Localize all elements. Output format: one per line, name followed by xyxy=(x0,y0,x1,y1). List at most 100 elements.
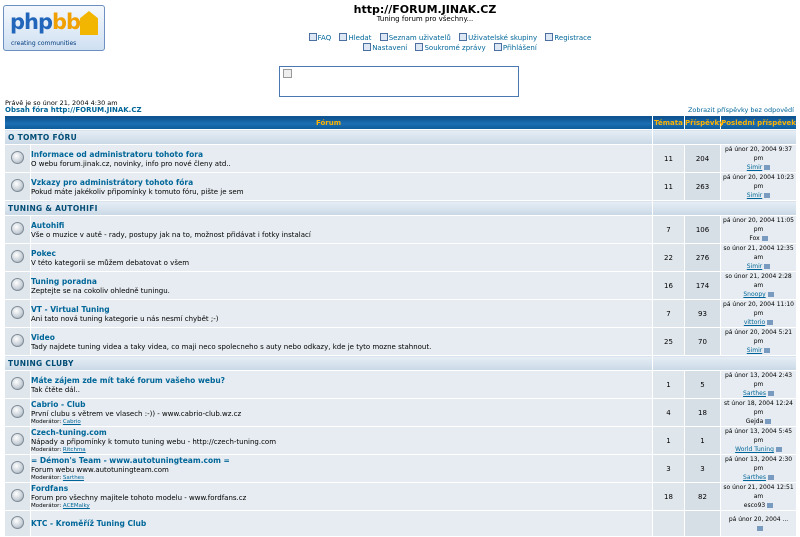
posts-count: 93 xyxy=(684,299,722,328)
forum-title-link[interactable]: Tuning poradna xyxy=(31,277,652,286)
moderator-link[interactable]: Ritchma xyxy=(63,447,86,453)
last-post-author[interactable]: Simir xyxy=(747,263,762,270)
forum-description: O webu forum.jinak.cz, novinky, info pro… xyxy=(31,159,231,168)
last-post-cell: pá únor 13, 2004 2:30 pm Sarthes xyxy=(720,454,798,483)
forum-title-link[interactable]: Pokec xyxy=(31,249,652,258)
moderator-link[interactable]: ACEMalky xyxy=(63,503,90,509)
topics-count: 1 xyxy=(652,370,686,399)
view-latest-post-icon[interactable] xyxy=(767,391,774,396)
forum-status-cell xyxy=(4,271,31,300)
last-post-author[interactable]: vittorio xyxy=(744,319,765,326)
forum-title-link[interactable]: KTC - Kroměříž Tuning Club xyxy=(31,519,652,528)
forum-row: Tuning poradna Zeptejte se na cokoliv ohl… xyxy=(4,271,798,300)
forum-row: Máte zájem zde mít také forum vašeho web… xyxy=(4,370,798,399)
moderator-label: Moderátor xyxy=(31,503,60,509)
view-latest-post-icon[interactable] xyxy=(761,236,768,241)
forum-folder-icon xyxy=(11,278,24,291)
last-post-date: st únor 18, 2004 12:24 pm xyxy=(724,400,793,416)
unanswered-posts-link[interactable]: Zobrazit příspěvky bez odpovědí xyxy=(688,106,794,114)
nav-private-messages[interactable]: Soukromé zprávy xyxy=(415,43,486,52)
last-post-author[interactable]: Simir xyxy=(747,164,762,171)
category-filler xyxy=(652,200,798,216)
category-name[interactable]: TUNING CLUBY xyxy=(3,355,654,371)
forum-status-cell xyxy=(4,172,31,201)
forum-title-link[interactable]: = Démon's Team - www.autotuningteam.com … xyxy=(31,456,652,465)
last-post-cell: pá únor 20, 2004 11:05 pm Fox xyxy=(720,215,798,244)
last-post-author[interactable]: Snoopy xyxy=(743,291,765,298)
faq-icon xyxy=(308,33,317,41)
topics-count: 7 xyxy=(652,299,686,328)
view-latest-post-icon[interactable] xyxy=(775,447,782,452)
last-post-date: pá únor 20, 2004 11:05 pm xyxy=(723,217,794,233)
last-post-author: Gejda xyxy=(745,418,764,425)
last-post-author[interactable]: Simir xyxy=(747,192,762,199)
profile-icon xyxy=(363,43,372,51)
forum-description: Tak čtěte dál.. xyxy=(31,385,80,394)
last-post-author[interactable]: Sarthes xyxy=(743,390,766,397)
nav-faq[interactable]: FAQ xyxy=(308,33,331,42)
forum-description: Forum pro všechny majitele tohoto modelu… xyxy=(31,494,247,502)
moderator-link[interactable]: Cabrio xyxy=(63,419,81,425)
header-forum: Fórum xyxy=(3,115,654,130)
forum-title-link[interactable]: VT - Virtual Tuning xyxy=(31,305,652,314)
site-description: Tuning forum pro všechny... xyxy=(376,15,474,23)
nav-links-row-2: Nastavení Soukromé zprávy Přihlášení xyxy=(280,43,620,52)
last-post-author[interactable]: Simir xyxy=(747,347,762,354)
forum-title-link[interactable]: Czech-tuning.com xyxy=(31,428,652,437)
forum-info-cell: Máte zájem zde mít také forum vašeho web… xyxy=(29,370,654,399)
last-post-date: pá únor 20, 2004 ... xyxy=(728,515,789,523)
view-latest-post-icon[interactable] xyxy=(765,419,772,424)
phpbb-logo[interactable]: phpbb creating communities xyxy=(3,5,105,51)
nav-memberlist[interactable]: Seznam uživatelů xyxy=(379,33,451,42)
nav-usergroups[interactable]: Uživatelské skupiny xyxy=(459,33,537,42)
forum-row: Czech-tuning.com Nápady a připomínky k to… xyxy=(4,426,798,455)
view-latest-post-icon[interactable] xyxy=(764,348,771,353)
category-row: TUNING CLUBY xyxy=(3,355,798,371)
private-messages-icon xyxy=(415,43,424,51)
nav-register[interactable]: Registrace xyxy=(545,33,591,42)
last-post-date: pá únor 20, 2004 9:37 pm xyxy=(724,146,793,162)
forum-title-link[interactable]: Informace od administratoru tohoto fora xyxy=(31,150,652,159)
moderator-link[interactable]: Sarthes xyxy=(63,475,84,481)
view-latest-post-icon[interactable] xyxy=(764,165,771,170)
forum-index-link[interactable]: Obsah fóra http://FORUM.JINAK.CZ xyxy=(5,106,142,114)
last-post-author: esco93 xyxy=(743,502,766,509)
view-latest-post-icon[interactable] xyxy=(764,264,771,269)
forum-status-cell xyxy=(4,398,31,427)
header-last-post: Poslední příspěvek xyxy=(720,115,798,130)
forum-moderator: Moderátor: Sarthes xyxy=(31,475,84,481)
forum-row: Video Tady najdete tuning videa a taky vi… xyxy=(4,327,798,356)
nav-login[interactable]: Přihlášení xyxy=(493,43,537,52)
last-post-cell: pá únor 20, 2004 10:23 pm Simir xyxy=(720,172,798,201)
forum-title-link[interactable]: Cabrio - Club xyxy=(31,400,652,409)
forum-title-link[interactable]: Vzkazy pro administrátory tohoto fóra xyxy=(31,178,652,187)
last-post-date: pá únor 13, 2004 2:30 pm xyxy=(724,456,793,472)
nav-search[interactable]: Hledat xyxy=(339,33,371,42)
banner-ad[interactable] xyxy=(279,66,519,97)
view-latest-post-icon[interactable] xyxy=(767,503,774,508)
view-latest-post-icon[interactable] xyxy=(767,292,774,297)
topics-count: 11 xyxy=(652,144,686,173)
posts-count: 276 xyxy=(684,243,722,272)
forum-title-link[interactable]: Fordfans xyxy=(31,484,652,493)
category-name[interactable]: O TOMTO FÓRU xyxy=(3,129,654,145)
topics-count: 16 xyxy=(652,271,686,300)
view-latest-post-icon[interactable] xyxy=(756,525,763,531)
nav-profile[interactable]: Nastavení xyxy=(363,43,407,52)
logo-wordmark: phpbb xyxy=(10,10,81,34)
search-icon xyxy=(339,33,348,41)
logo-house-icon xyxy=(80,11,98,35)
forum-title-link[interactable]: Máte zájem zde mít také forum vašeho web… xyxy=(31,376,652,385)
last-post-author[interactable]: World Tuning xyxy=(735,446,774,453)
forum-folder-icon xyxy=(11,461,24,474)
view-latest-post-icon[interactable] xyxy=(764,193,771,198)
forum-title-link[interactable]: Video xyxy=(31,333,652,342)
posts-count: 5 xyxy=(684,370,722,399)
forum-title-link[interactable]: Autohifi xyxy=(31,221,652,230)
view-latest-post-icon[interactable] xyxy=(767,475,774,480)
view-latest-post-icon[interactable] xyxy=(767,320,774,325)
last-post-cell: pá únor 20, 2004 ... xyxy=(720,510,798,537)
forum-row: KTC - Kroměříž Tuning Club pá únor 20, 20… xyxy=(4,510,798,537)
last-post-author[interactable]: Sarthes xyxy=(743,474,766,481)
category-name[interactable]: TUNING & AUTOHIFI xyxy=(3,200,654,216)
